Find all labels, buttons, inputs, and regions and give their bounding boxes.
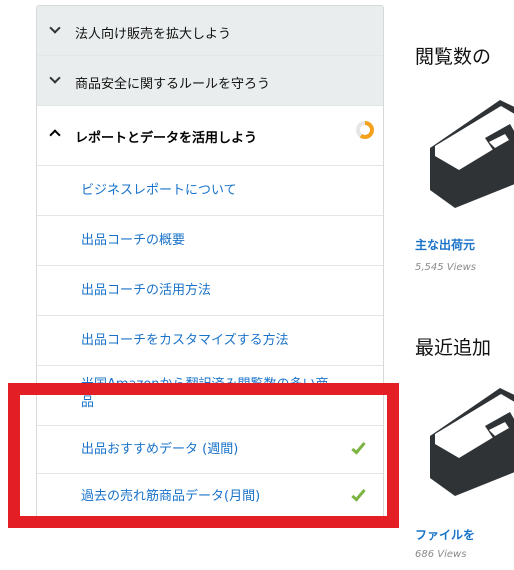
sidebar-item-coach-overview[interactable]: 出品コーチの概要: [37, 216, 383, 266]
chevron-up-icon: [49, 129, 61, 141]
course-card-title[interactable]: 主な出荷元: [415, 236, 475, 253]
course-card-title[interactable]: ファイルを: [415, 526, 475, 543]
section-collapse-reports-data[interactable]: レポートとデータを活用しよう: [37, 106, 383, 166]
chevron-down-icon: [49, 72, 61, 84]
section-label: レポートとデータを活用しよう: [75, 131, 258, 146]
progress-ring-icon: [356, 121, 374, 139]
course-card-views: 5,545 Views: [415, 262, 476, 273]
section-title-recently-added: 最近追加: [415, 337, 492, 359]
sidebar-item-coach-usage[interactable]: 出品コーチの活用方法: [37, 266, 383, 316]
sidebar-item-business-reports[interactable]: ビジネスレポートについて: [37, 166, 383, 216]
section-expand-business-sales[interactable]: 法人向け販売を拡大しよう: [37, 6, 383, 56]
checkmark-icon: [351, 486, 366, 502]
section-label: 商品安全に関するルールを守ろう: [75, 77, 271, 92]
sidebar-item-us-translated[interactable]: 米国Amazonから翻訳済み閲覧数の多い商品: [37, 366, 383, 426]
course-thumbnail-image[interactable]: [425, 378, 514, 498]
section-expand-product-safety[interactable]: 商品安全に関するルールを守ろう: [37, 56, 383, 106]
sidebar-item-label: ビジネスレポートについて: [81, 183, 237, 198]
section-label: 法人向け販売を拡大しよう: [75, 27, 232, 42]
course-sidebar: 法人向け販売を拡大しよう 商品安全に関するルールを守ろう レポートとデータを活用…: [36, 5, 384, 520]
sidebar-item-label: 出品おすすめデータ (週間): [81, 442, 239, 457]
sidebar-item-label: 過去の売れ筋商品データ(月間): [81, 489, 261, 504]
sidebar-item-label: 出品コーチをカスタマイズする方法: [81, 333, 289, 348]
course-thumbnail-image[interactable]: [425, 90, 514, 210]
sidebar-item-weekly-recommendations[interactable]: 出品おすすめデータ (週間): [37, 426, 383, 474]
sidebar-item-coach-customize[interactable]: 出品コーチをカスタマイズする方法: [37, 316, 383, 366]
sidebar-item-label: 米国Amazonから翻訳済み閲覧数の多い商品: [81, 377, 329, 410]
sidebar-item-label: 出品コーチの概要: [81, 233, 186, 248]
checkmark-icon: [351, 439, 366, 455]
chevron-down-icon: [49, 22, 61, 34]
sidebar-item-label: 出品コーチの活用方法: [81, 283, 212, 298]
sidebar-item-monthly-bestsellers[interactable]: 過去の売れ筋商品データ(月間): [37, 474, 383, 519]
course-card-views: 686 Views: [415, 549, 467, 560]
section-title-most-viewed: 閲覧数の: [415, 46, 492, 68]
